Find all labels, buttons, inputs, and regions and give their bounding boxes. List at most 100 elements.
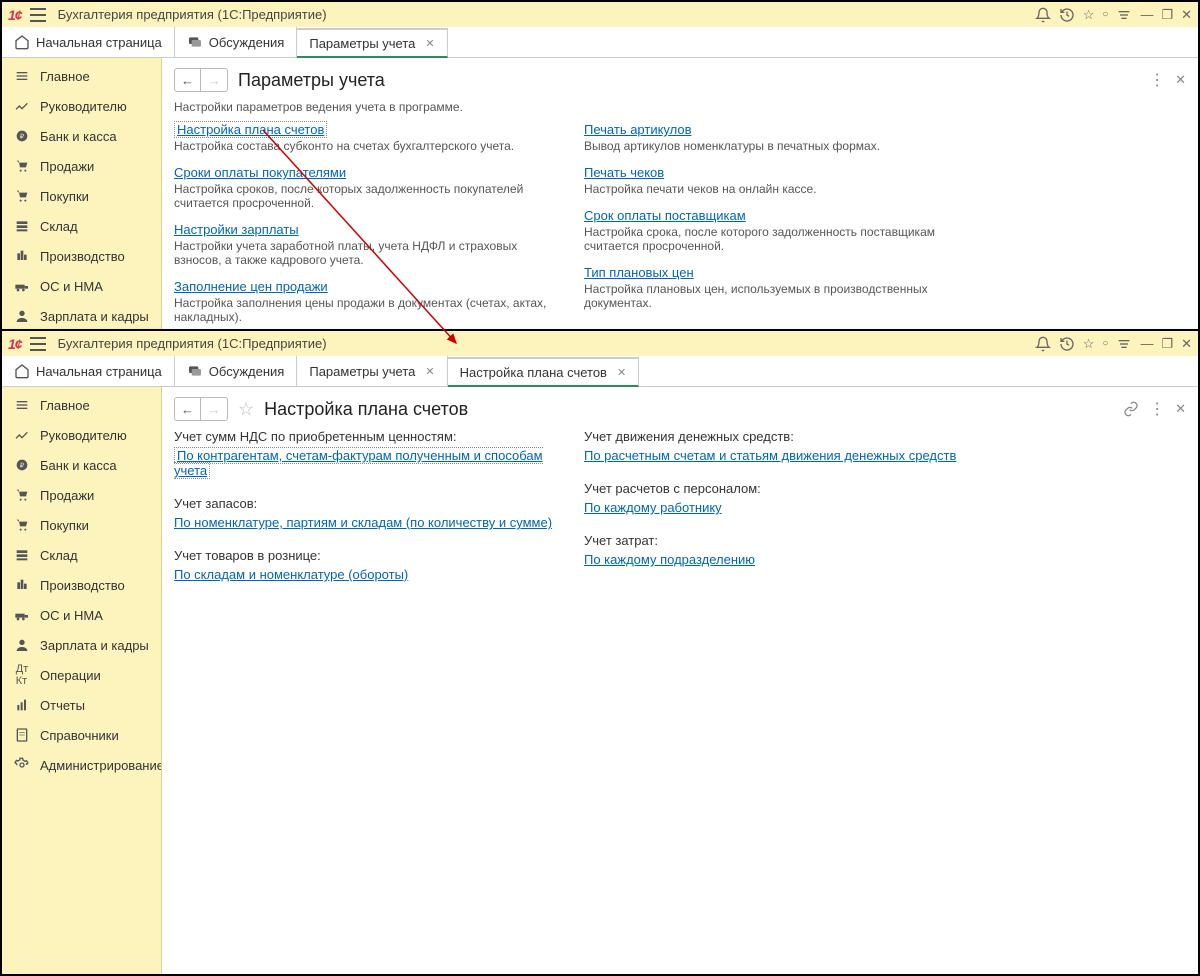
setting-desc: Настройка плановых цен, используемых в п…	[584, 282, 964, 310]
setting-block: Тип плановых цен Настройка плановых цен, …	[584, 265, 964, 310]
sidebar-label: Покупки	[40, 518, 89, 533]
tab-plan[interactable]: Настройка плана счетов ✕	[448, 357, 640, 387]
sidebar-item[interactable]: ОС и НМА	[2, 600, 161, 630]
setting-link[interactable]: По каждому работнику	[584, 500, 722, 515]
sidebar-item[interactable]: Склад	[2, 540, 161, 570]
sidebar-item[interactable]: Главное	[2, 387, 161, 420]
back-button[interactable]: ←	[175, 69, 201, 91]
sidebar-label: ОС и НМА	[40, 608, 103, 623]
setting-link[interactable]: По каждому подразделению	[584, 552, 755, 567]
sidebar-item[interactable]: Продажи	[2, 480, 161, 510]
sidebar-item[interactable]: ДтКтОперации	[2, 660, 161, 690]
close-icon[interactable]: ✕	[425, 37, 434, 50]
sidebar-item[interactable]: ₽Банк и касса	[2, 121, 161, 151]
restore-icon[interactable]: ❐	[1161, 336, 1173, 352]
sidebar-label: Склад	[40, 219, 78, 234]
sidebar-item[interactable]: Покупки	[2, 510, 161, 540]
sidebar-icon	[14, 547, 30, 563]
sidebar-item[interactable]: Главное	[2, 58, 161, 91]
more-icon[interactable]: ⋮	[1149, 70, 1165, 90]
setting-link[interactable]: Заполнение цен продажи	[174, 279, 328, 294]
setting-link[interactable]: По расчетным счетам и статьям движения д…	[584, 448, 956, 463]
star-icon[interactable]: ☆	[1083, 336, 1095, 352]
setting-link[interactable]: Тип плановых цен	[584, 265, 694, 280]
lines-icon[interactable]	[1116, 7, 1132, 23]
setting-link[interactable]: Настройка плана счетов	[174, 121, 327, 138]
tab-label: Параметры учета	[309, 364, 415, 379]
discuss-icon	[187, 34, 203, 50]
setting-link[interactable]: Печать чеков	[584, 165, 664, 180]
sidebar-item[interactable]: Руководителю	[2, 91, 161, 121]
sidebar-item[interactable]: Руководителю	[2, 420, 161, 450]
tab-params[interactable]: Параметры учета ✕	[297, 356, 447, 386]
close-icon[interactable]: ✕	[1175, 401, 1186, 417]
sidebar-item[interactable]: ₽Банк и касса	[2, 450, 161, 480]
star-icon[interactable]: ☆	[1083, 7, 1095, 23]
app-title: Бухгалтерия предприятия (1С:Предприятие)	[58, 336, 327, 351]
setting-block: Настройка плана счетовНастройка состава …	[174, 122, 554, 153]
setting-link[interactable]: По номенклатуре, партиям и складам (по к…	[174, 515, 552, 530]
minimize-icon[interactable]: —	[1140, 7, 1153, 22]
setting-block: Учет сумм НДС по приобретенным ценностям…	[174, 429, 554, 478]
tab-discuss[interactable]: Обсуждения	[175, 356, 298, 386]
lines-icon[interactable]	[1116, 336, 1132, 352]
sidebar-label: Операции	[40, 668, 101, 683]
more-icon[interactable]: ⋮	[1149, 399, 1165, 419]
back-button[interactable]: ←	[175, 398, 201, 420]
close-icon[interactable]: ✕	[425, 365, 434, 378]
setting-link[interactable]: Срок оплаты поставщикам	[584, 208, 746, 223]
restore-icon[interactable]: ❐	[1161, 7, 1173, 23]
history-icon[interactable]	[1059, 336, 1075, 352]
sidebar-item[interactable]: Продажи	[2, 151, 161, 181]
setting-block: Учет движения денежных средств:По расчет…	[584, 429, 964, 463]
sidebar-item[interactable]: Производство	[2, 241, 161, 271]
tab-home[interactable]: Начальная страница	[2, 27, 175, 57]
tabbar: Начальная страница Обсуждения Параметры …	[2, 27, 1198, 58]
menu-icon[interactable]	[30, 337, 46, 351]
window-bottom: 1¢ Бухгалтерия предприятия (1С:Предприят…	[2, 331, 1198, 974]
forward-button[interactable]: →	[201, 69, 227, 91]
sidebar-item[interactable]: Отчеты	[2, 690, 161, 720]
tab-discuss[interactable]: Обсуждения	[175, 27, 298, 57]
setting-desc: Настройки учета заработной платы, учета …	[174, 239, 554, 267]
tab-params[interactable]: Параметры учета ✕	[297, 28, 447, 58]
sidebar-item[interactable]: Администрирование	[2, 750, 161, 780]
setting-link[interactable]: Настройки зарплаты	[174, 222, 299, 237]
close-icon[interactable]: ✕	[1175, 72, 1186, 88]
bell-icon[interactable]	[1035, 336, 1051, 352]
setting-link[interactable]: По складам и номенклатуре (обороты)	[174, 567, 408, 582]
tab-home[interactable]: Начальная страница	[2, 356, 175, 386]
dot-icon[interactable]: ○	[1102, 9, 1108, 20]
close-icon[interactable]: ✕	[617, 366, 626, 379]
sidebar-icon	[14, 697, 30, 713]
history-icon[interactable]	[1059, 7, 1075, 23]
sidebar-item[interactable]: Покупки	[2, 181, 161, 211]
close-icon[interactable]: ✕	[1181, 336, 1192, 352]
close-icon[interactable]: ✕	[1181, 7, 1192, 23]
sidebar-item[interactable]: Справочники	[2, 720, 161, 750]
menu-icon[interactable]	[30, 8, 46, 22]
sidebar-item[interactable]: Склад	[2, 211, 161, 241]
setting-link[interactable]: По контрагентам, счетам-фактурам получен…	[174, 447, 543, 479]
sidebar-item[interactable]: Производство	[2, 570, 161, 600]
sidebar-item[interactable]: Зарплата и кадры	[2, 301, 161, 329]
sidebar-item[interactable]: ОС и НМА	[2, 271, 161, 301]
bell-icon[interactable]	[1035, 7, 1051, 23]
sidebar-icon	[14, 248, 30, 264]
sidebar-label: Производство	[40, 578, 125, 593]
dot-icon[interactable]: ○	[1102, 338, 1108, 349]
title-actions: ☆ ○ — ❐ ✕	[1035, 336, 1192, 352]
setting-link[interactable]: Печать артикулов	[584, 122, 692, 137]
nav-buttons: ← →	[174, 397, 228, 421]
sidebar-item[interactable]: Зарплата и кадры	[2, 630, 161, 660]
star-icon[interactable]: ☆	[238, 399, 254, 420]
setting-desc: Настройка заполнения цены продажи в доку…	[174, 296, 554, 324]
sidebar-icon: ₽	[14, 128, 30, 144]
link-icon[interactable]	[1123, 401, 1139, 417]
minimize-icon[interactable]: —	[1140, 336, 1153, 351]
setting-link[interactable]: Сроки оплаты покупателями	[174, 165, 346, 180]
sidebar-label: Производство	[40, 249, 125, 264]
forward-button[interactable]: →	[201, 398, 227, 420]
home-icon	[14, 34, 30, 50]
setting-desc: Настройка состава субконто на счетах бух…	[174, 139, 554, 153]
